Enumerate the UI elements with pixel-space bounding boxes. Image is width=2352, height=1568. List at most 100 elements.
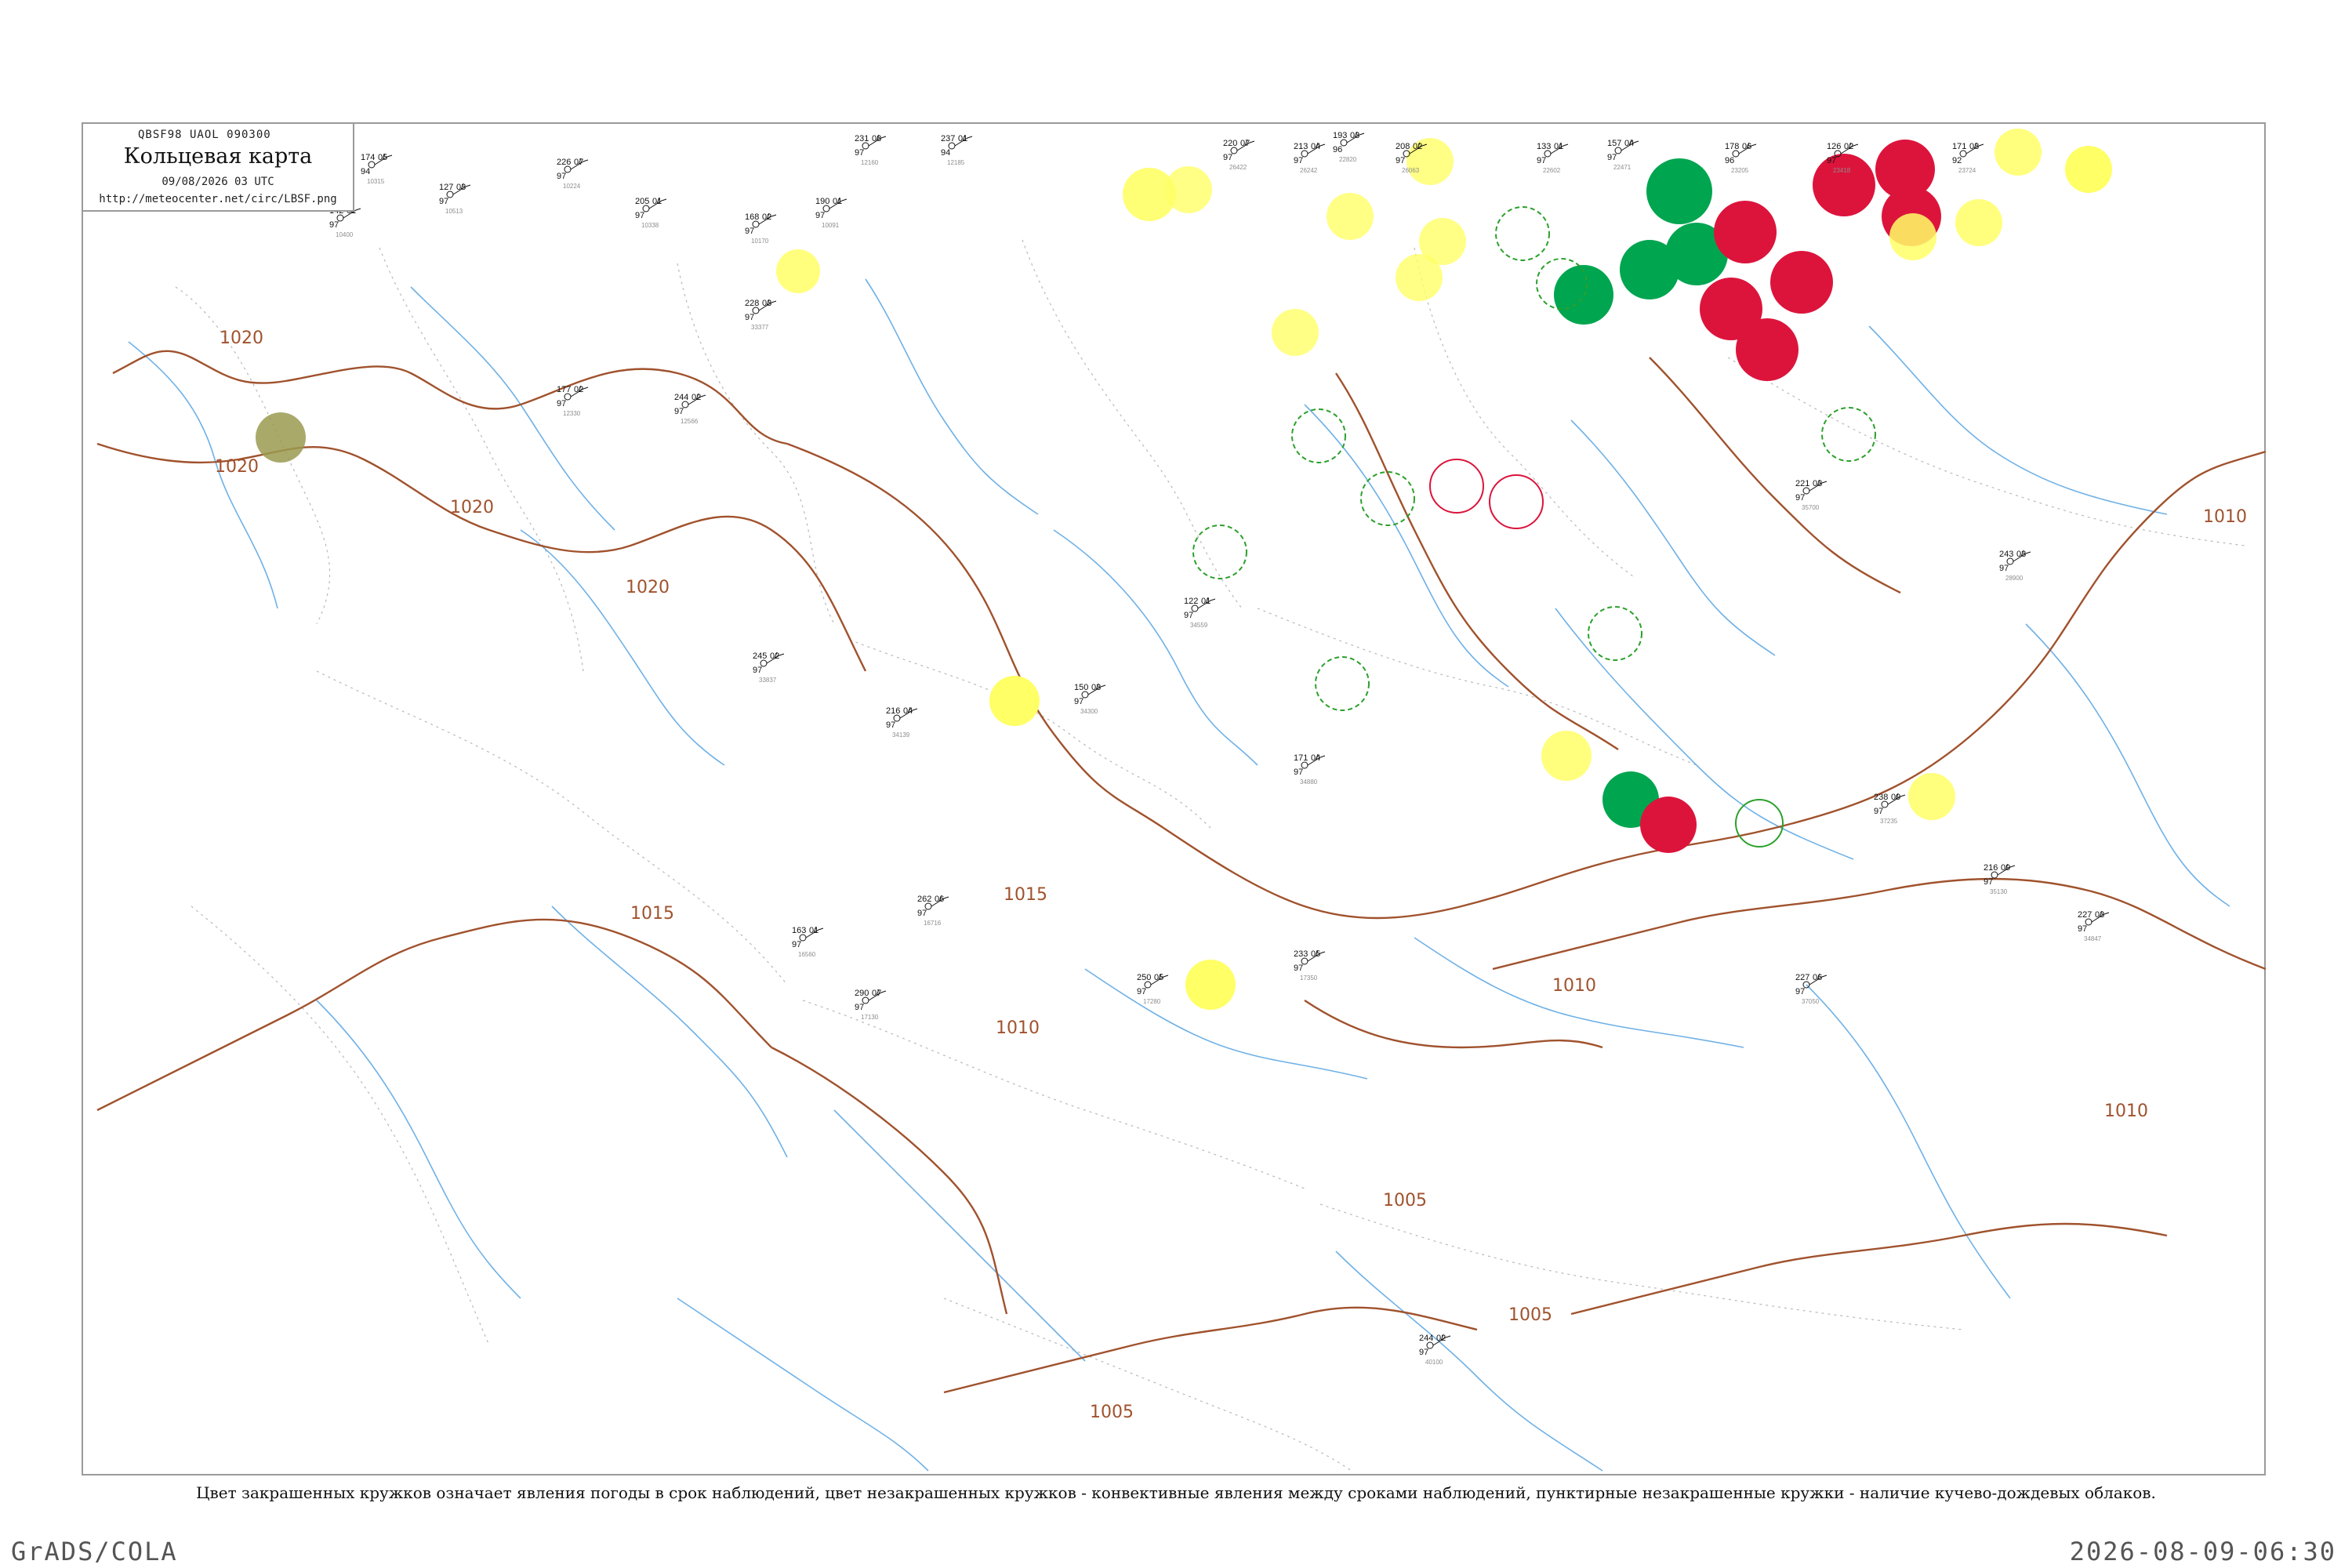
- station-value: 97: [1999, 564, 2009, 573]
- station-value: 205: [635, 197, 649, 206]
- station-value: 01: [1201, 597, 1210, 606]
- station-index: 22820: [1339, 156, 1357, 163]
- station-value: 244: [674, 393, 688, 402]
- station-value: 03: [2095, 910, 2104, 920]
- station-index: 10170: [751, 238, 769, 245]
- station-value: 03: [1969, 142, 1979, 151]
- isobar-label: 1015: [1004, 885, 1047, 905]
- station-value: 233: [1294, 949, 1308, 959]
- station-value: 133: [1537, 142, 1551, 151]
- station-value: 97: [557, 172, 566, 181]
- station-index: 16716: [924, 920, 942, 927]
- station-value: 94: [941, 148, 950, 158]
- station-plot: 262 06 97 16716: [917, 895, 949, 927]
- station-value: 02: [1844, 142, 1853, 151]
- station-value: 97: [1607, 153, 1617, 162]
- bulletin-code: QBSF98 UAOL 090300: [138, 129, 271, 141]
- map-url: http://meteocenter.net/circ/LBSF.png: [99, 193, 337, 205]
- station-plot: 220 07 97 26422: [1223, 139, 1255, 171]
- station-value: 96: [1725, 156, 1734, 165]
- station-index: 16560: [798, 951, 816, 958]
- station-value: 216: [886, 706, 900, 716]
- station-value: 171: [1952, 142, 1966, 151]
- station-value: 97: [1827, 156, 1836, 165]
- station-index: 33837: [759, 677, 777, 684]
- cb-circle: [1588, 606, 1642, 661]
- isobar-label: 1010: [2203, 507, 2247, 527]
- station-index: 10400: [336, 231, 354, 238]
- station-value: 01: [652, 197, 662, 206]
- station-plot: 171 04 97 34880: [1294, 753, 1326, 786]
- station-value: 126: [1827, 142, 1841, 151]
- thunder-circle: [1813, 154, 1875, 216]
- cb-circle: [1192, 524, 1247, 579]
- station-index: 40100: [1425, 1359, 1443, 1366]
- station-value: 07: [1240, 139, 1250, 148]
- cb-circle: [1489, 474, 1544, 529]
- showers-circle: [1541, 731, 1592, 781]
- station-plot: 216 04 9734139: [886, 706, 918, 739]
- isobar-label: 1020: [450, 498, 494, 517]
- station-index: 23418: [1833, 167, 1851, 174]
- station-value: 06: [1813, 973, 1822, 982]
- station-index: 34139: [892, 731, 910, 739]
- station-value: 127: [439, 183, 453, 192]
- station-value: 97: [1537, 156, 1546, 165]
- station-plot: 244 02 97 12566: [674, 393, 706, 425]
- station-plot: 150 03 97 34300: [1074, 683, 1106, 715]
- isobar-label: 1020: [220, 328, 263, 348]
- showers-circle: [1955, 199, 2002, 246]
- station-value: 97: [855, 148, 864, 158]
- isobar-label: 1015: [630, 904, 674, 924]
- station-value: 01: [833, 197, 842, 206]
- station-value: 06: [1742, 142, 1751, 151]
- station-plot: 227 03 9734847: [2078, 910, 2110, 942]
- station-value: 97: [1137, 987, 1146, 996]
- thunder-circle: [1770, 251, 1833, 314]
- station-value: 06: [935, 895, 944, 904]
- thunder-circle: [1714, 201, 1777, 263]
- showers-circle: [1165, 166, 1212, 213]
- station-index: 33377: [751, 324, 769, 331]
- station-plot: 157 04 97 22471: [1607, 139, 1639, 171]
- station-value: 97: [792, 940, 801, 949]
- station-value: 07: [574, 158, 583, 167]
- station-value: 97: [1874, 807, 1883, 816]
- station-value: 03: [1091, 683, 1101, 692]
- station-value: 04: [1624, 139, 1634, 148]
- station-plot: 243 03 97 28900: [1999, 550, 2031, 582]
- footer-timestamp: 2026-08-09-06:30: [2069, 1537, 2336, 1566]
- station-value: 171: [1294, 753, 1308, 763]
- showers-circle: [776, 249, 820, 293]
- station-value: 05: [1154, 973, 1163, 982]
- isobar-label: 1005: [1090, 1403, 1134, 1422]
- synoptic-map[interactable]: 1020 1020 1020 1020 1015 1015 1010 1010 …: [82, 122, 2266, 1475]
- footer-software: GrADS/COLA: [11, 1537, 178, 1566]
- showers-circle: [1994, 129, 2042, 176]
- station-plot: 237 01 9412185: [941, 134, 973, 166]
- station-index: 37050: [1802, 998, 1820, 1005]
- station-index: 10338: [641, 222, 659, 229]
- station-value: 97: [1074, 697, 1083, 706]
- station-index: 28900: [2005, 575, 2024, 582]
- station-value: 97: [1294, 156, 1303, 165]
- station-value: 208: [1396, 142, 1410, 151]
- station-plot: 168 02 97 10170: [745, 212, 777, 245]
- station-value: 227: [2078, 910, 2092, 920]
- station-index: 34880: [1300, 779, 1318, 786]
- station-value: 02: [574, 385, 583, 394]
- station-index: 12185: [947, 159, 965, 166]
- station-value: 97: [886, 720, 895, 730]
- station-value: 97: [1294, 768, 1303, 777]
- cb-circle: [1735, 799, 1784, 848]
- isobar-label: 1010: [1552, 976, 1596, 996]
- station-value: 97: [557, 399, 566, 408]
- station-index: 10091: [822, 222, 840, 229]
- showers-circle: [2065, 146, 2112, 193]
- station-index: 12566: [681, 418, 699, 425]
- isobar-label: 1005: [1508, 1305, 1552, 1325]
- station-plot: 238 09 97 37235: [1874, 793, 1906, 825]
- station-value: 03: [2016, 550, 2026, 559]
- isobar-label: 1005: [1383, 1191, 1427, 1210]
- station-value: 97: [855, 1003, 864, 1012]
